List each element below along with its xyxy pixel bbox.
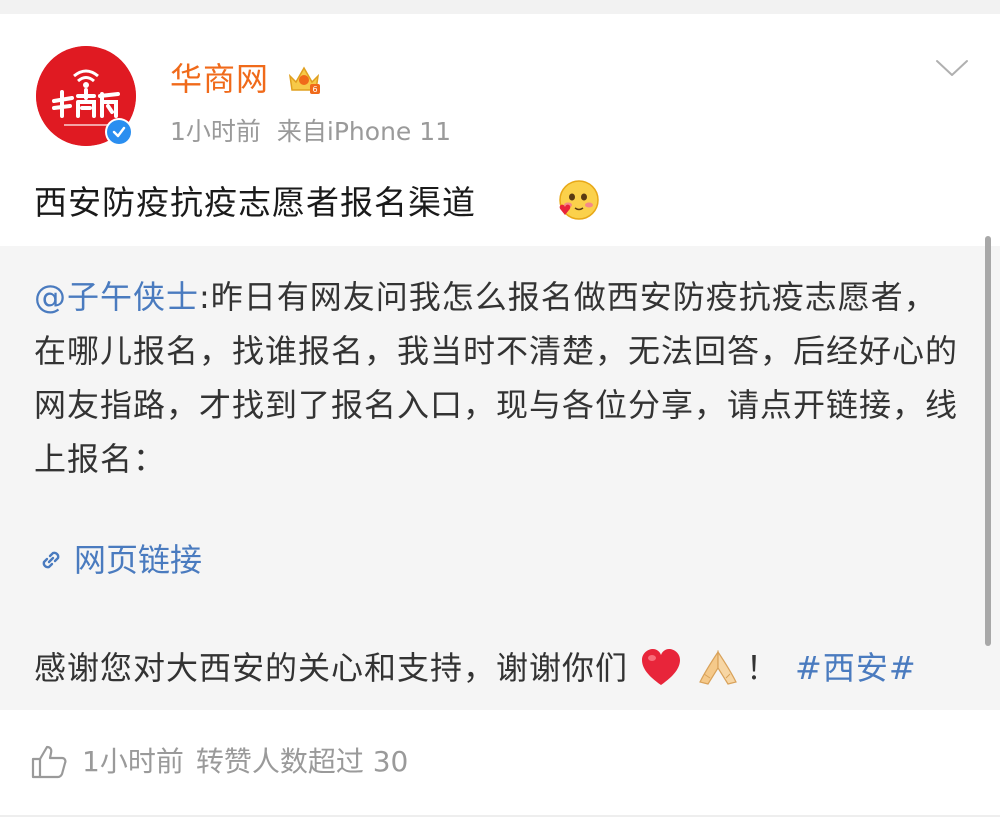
vip-crown-icon[interactable]: 6 (286, 62, 322, 96)
chevron-down-icon[interactable] (935, 58, 969, 78)
web-link-label[interactable]: 网页链接 (74, 533, 202, 587)
exclamation: ！ (746, 649, 780, 687)
footer-time: 1小时前 (82, 745, 184, 778)
repost-count: 转赞人数超过 30 (195, 745, 409, 778)
post-source: 来自iPhone 11 (276, 117, 452, 146)
svg-text:6: 6 (312, 85, 317, 94)
thanks-text: 感谢您对大西安的关心和支持，谢谢你们 (34, 649, 629, 687)
post-time: 1小时前 (170, 117, 261, 146)
red-heart-emoji-icon (642, 649, 681, 685)
scrollbar[interactable] (985, 236, 991, 646)
link-icon (42, 551, 60, 569)
weibo-post-card: 华商网 6 1小时前 来自iPhone 11 西安防疫抗疫志愿者报名渠道 @子午侠… (0, 0, 1000, 824)
post-footer: 1小时前 转赞人数超过 30 (30, 740, 408, 784)
praying-hands-emoji-icon (699, 650, 737, 685)
verified-badge-icon (105, 118, 133, 146)
hashtag-link[interactable]: #西安# (795, 641, 917, 695)
thanks-line: 感谢您对大西安的关心和支持，谢谢你们 ！ #西安# (34, 641, 917, 695)
username[interactable]: 华商网 (170, 56, 269, 102)
mention-link[interactable]: @子午侠士 (34, 278, 199, 316)
bottom-divider (0, 815, 1000, 817)
top-divider (0, 0, 1000, 14)
thumbs-up-icon[interactable] (30, 744, 68, 780)
repost-body: @子午侠士:昨日有网友问我怎么报名做西安防疫抗疫志愿者，在哪儿报名，找谁报名，我… (34, 270, 964, 486)
web-link[interactable]: 网页链接 (36, 533, 202, 587)
post-meta: 1小时前 来自iPhone 11 (170, 112, 451, 152)
post-title: 西安防疫抗疫志愿者报名渠道 (34, 183, 476, 222)
blush-heart-emoji-icon (559, 180, 599, 220)
